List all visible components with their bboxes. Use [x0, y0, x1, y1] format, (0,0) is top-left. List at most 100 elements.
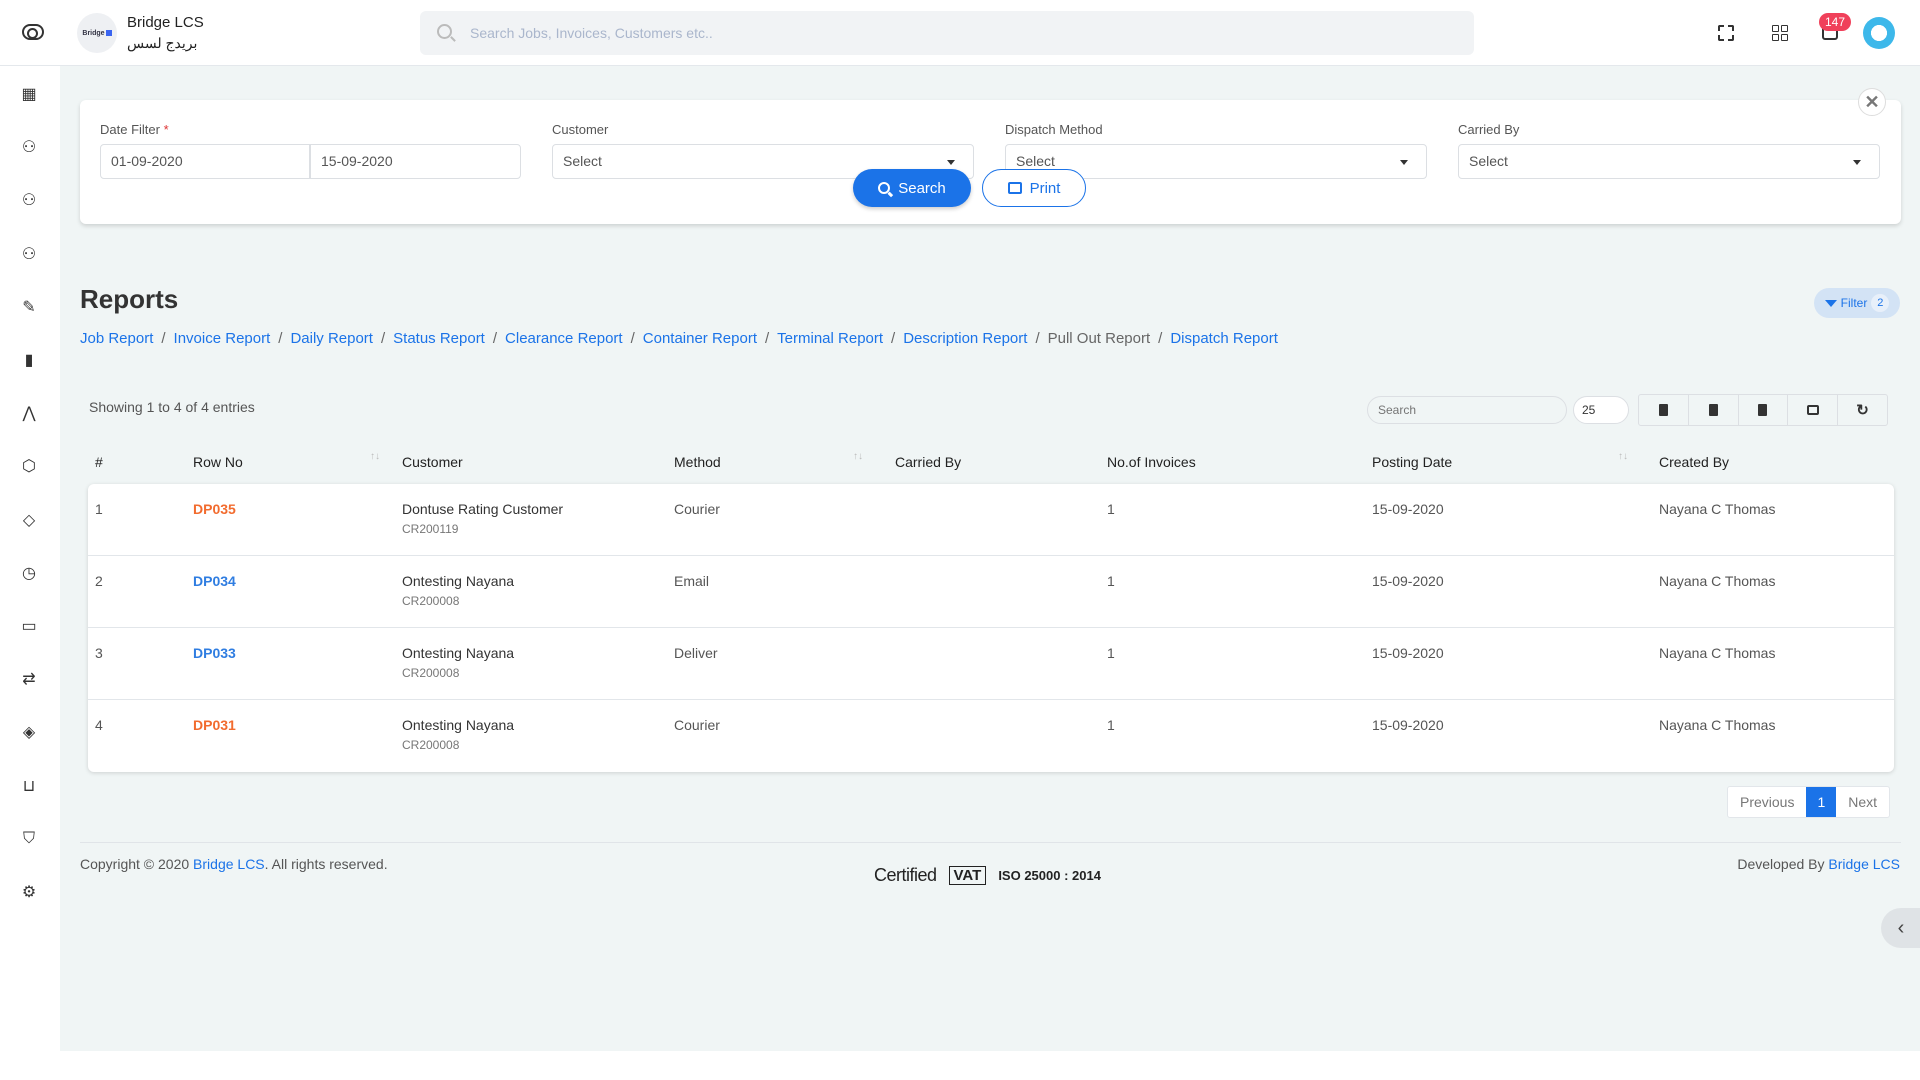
carried-by-label: Carried By — [1458, 122, 1520, 137]
breadcrumb-clearance-report[interactable]: Clearance Report — [505, 330, 623, 347]
card-icon: ▭ — [21, 618, 37, 635]
sidebar-toggle-icon[interactable] — [22, 24, 44, 40]
column-header[interactable]: Posting Date — [1372, 454, 1452, 470]
sort-icon[interactable]: ↑↓ — [853, 451, 863, 462]
cell-posting-date: 15-09-2020 — [1372, 645, 1444, 661]
copy-button[interactable] — [1639, 395, 1689, 425]
cell-row-no[interactable]: DP035 — [193, 501, 236, 517]
sidebar-item-navigation[interactable]: ⋀ — [19, 403, 39, 423]
sidebar-item-cart[interactable]: ⊔ — [19, 776, 39, 796]
developer-link[interactable]: Bridge LCS — [1828, 856, 1900, 872]
breadcrumb-separator: / — [161, 330, 166, 347]
sidebar-item-tag[interactable]: ◇ — [19, 510, 39, 530]
iso-logo: ISO 25000 : 2014 — [998, 868, 1101, 883]
breadcrumb-description-report[interactable]: Description Report — [903, 330, 1027, 347]
cell-idx: 1 — [95, 501, 103, 517]
user-avatar[interactable] — [1863, 17, 1895, 49]
cell-row-no[interactable]: DP031 — [193, 717, 236, 733]
sidebar-item-card[interactable]: ▭ — [19, 616, 39, 636]
breadcrumb-daily-report[interactable]: Daily Report — [290, 330, 373, 347]
sidebar-item-users[interactable]: ⚇ — [19, 190, 39, 210]
filter-toggle-button[interactable]: Filter 2 — [1814, 288, 1900, 318]
collapse-panel-button[interactable]: ‹ — [1881, 908, 1920, 948]
sort-icon[interactable]: ↑↓ — [1618, 451, 1628, 462]
column-header[interactable]: Carried By — [895, 454, 961, 470]
customer-name: Ontesting Nayana — [402, 645, 515, 661]
printer-icon — [1806, 405, 1819, 415]
table-search-input[interactable] — [1367, 396, 1567, 424]
copy-icon — [1658, 404, 1668, 416]
sidebar-item-shield[interactable]: ⛉ — [19, 829, 39, 849]
page-1-button[interactable]: 1 — [1806, 787, 1837, 817]
carried-by-select[interactable]: Select — [1458, 144, 1880, 179]
breadcrumb-container-report[interactable]: Container Report — [643, 330, 757, 347]
breadcrumb-invoice-report[interactable]: Invoice Report — [174, 330, 271, 347]
print-button-label: Print — [1029, 179, 1061, 197]
tag-icon: ◇ — [22, 511, 36, 529]
sort-icon[interactable]: ↑↓ — [370, 451, 380, 462]
sidebar-item-user[interactable]: ⚇ — [19, 137, 39, 157]
filter-icon — [1824, 299, 1837, 307]
sidebar-item-codepen[interactable]: ◈ — [19, 722, 39, 742]
sidebar-item-dashboard[interactable]: ▦ — [19, 84, 39, 104]
sidebar-item-repeat[interactable]: ⇄ — [19, 669, 39, 689]
column-header[interactable]: No.of Invoices — [1107, 454, 1196, 470]
cart-icon: ⊔ — [22, 777, 36, 795]
refresh-icon: ↻ — [1856, 402, 1869, 419]
sidebar-item-settings[interactable]: ⚙ — [19, 882, 39, 902]
fullscreen-icon[interactable] — [1718, 25, 1734, 41]
date-from-input[interactable]: 01-09-2020 — [100, 144, 310, 179]
column-header[interactable]: Row No — [193, 454, 243, 470]
cell-invoices: 1 — [1107, 501, 1115, 517]
column-header[interactable]: Created By — [1659, 454, 1729, 470]
certifications: Certified VAT ISO 25000 : 2014 — [874, 865, 1101, 886]
date-to-input[interactable]: 15-09-2020 — [310, 144, 521, 179]
printer-icon — [1007, 182, 1022, 194]
customer-code: CR200008 — [402, 738, 460, 752]
page-length-select[interactable]: 25 — [1573, 396, 1629, 424]
apps-grid-icon[interactable] — [1772, 25, 1788, 41]
column-header[interactable]: Customer — [402, 454, 463, 470]
filter-count-badge: 2 — [1871, 294, 1890, 312]
cell-invoices: 1 — [1107, 717, 1115, 733]
global-search-input[interactable] — [470, 11, 1450, 55]
breadcrumb-status-report[interactable]: Status Report — [393, 330, 485, 347]
sidebar-item-package[interactable]: ⬡ — [19, 456, 39, 476]
sidebar-item-chart[interactable]: ▮ — [19, 350, 39, 370]
brand-logo[interactable]: Bridge — [77, 13, 117, 53]
breadcrumb-dispatch-report[interactable]: Dispatch Report — [1170, 330, 1278, 347]
refresh-button[interactable]: ↻ — [1838, 395, 1887, 425]
table-print-button[interactable] — [1788, 395, 1839, 425]
cell-row-no[interactable]: DP033 — [193, 645, 236, 661]
dashboard-icon: ▦ — [21, 86, 37, 103]
page-title: Reports — [80, 284, 179, 314]
breadcrumb-separator: / — [891, 330, 896, 347]
breadcrumb-terminal-report[interactable]: Terminal Report — [777, 330, 883, 347]
sidebar-item-add-user[interactable]: ⚇ — [19, 244, 39, 264]
print-button[interactable]: Print — [982, 169, 1086, 207]
previous-page-button[interactable]: Previous — [1728, 787, 1806, 817]
cell-posting-date: 15-09-2020 — [1372, 501, 1444, 517]
sidebar: ▦ ⚇ ⚇ ⚇ ✎ ▮ ⋀ ⬡ ◇ ◷ ▭ ⇄ ◈ ⊔ ⛉ ⚙ — [0, 66, 60, 1080]
cell-method: Deliver — [674, 645, 718, 661]
logo-text: Bridge — [82, 29, 105, 37]
global-search — [420, 11, 1474, 55]
company-link[interactable]: Bridge LCS — [193, 856, 265, 872]
add-user-icon: ⚇ — [21, 245, 37, 263]
cell-row-no[interactable]: DP034 — [193, 573, 236, 589]
next-page-button[interactable]: Next — [1836, 787, 1889, 817]
column-header[interactable]: # — [95, 454, 103, 470]
excel-button[interactable] — [1739, 395, 1789, 425]
sidebar-item-edit[interactable]: ✎ — [19, 297, 39, 317]
filter-label: Filter — [1840, 296, 1868, 310]
csv-button[interactable] — [1689, 395, 1739, 425]
shield-icon: ⛉ — [22, 829, 35, 847]
cell-method: Courier — [674, 501, 720, 517]
footer-divider — [80, 842, 1901, 843]
sidebar-item-clock[interactable]: ◷ — [19, 563, 39, 583]
breadcrumb-job-report[interactable]: Job Report — [80, 330, 153, 347]
close-filter-button[interactable]: ✕ — [1858, 88, 1886, 116]
column-header[interactable]: Method — [674, 454, 721, 470]
package-icon: ⬡ — [22, 458, 36, 476]
search-button[interactable]: Search — [853, 169, 971, 207]
